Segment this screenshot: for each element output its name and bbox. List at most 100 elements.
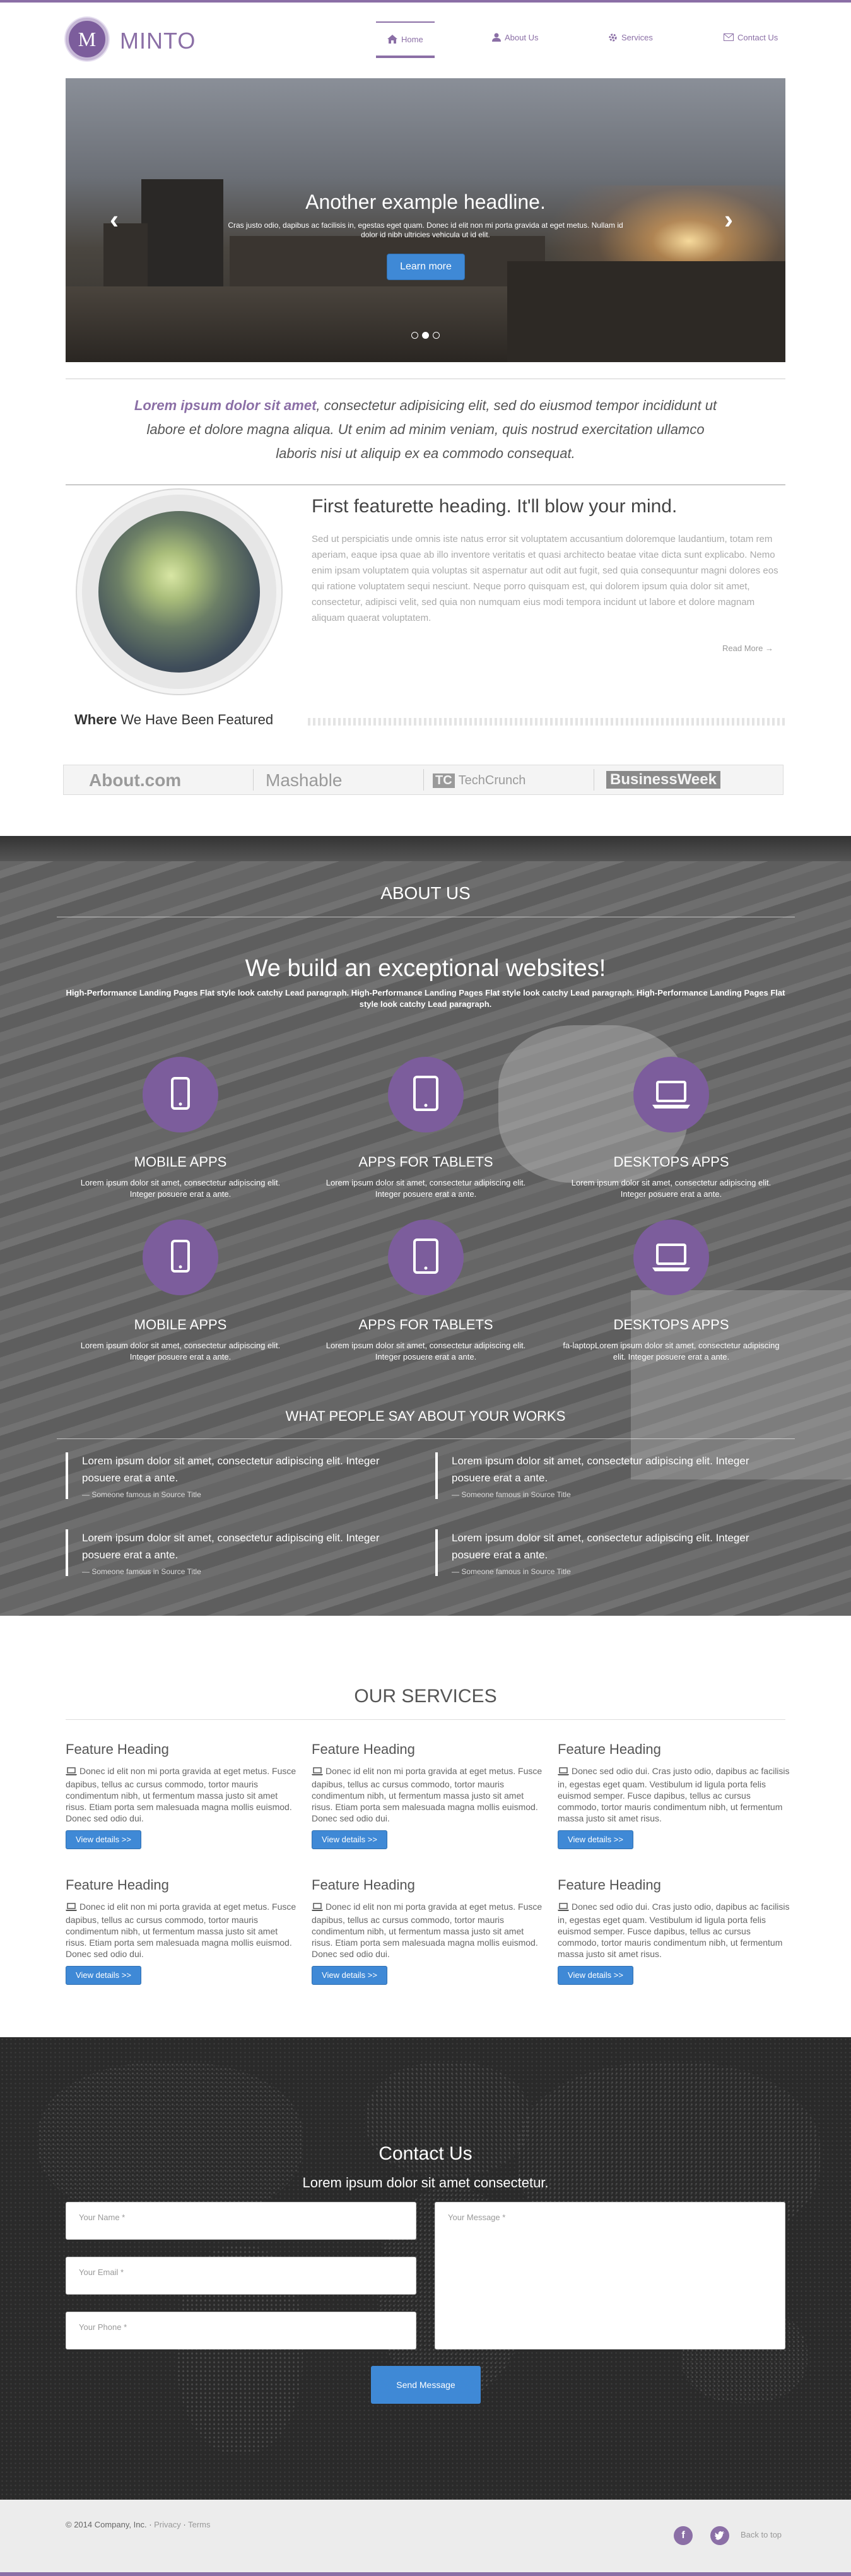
laptop-icon (66, 1767, 77, 1779)
about-lead: High-Performance Landing Pages Flat styl… (66, 988, 785, 1009)
terms-link[interactable]: Terms (188, 2520, 210, 2529)
back-to-top-link[interactable]: Back to top (741, 2530, 782, 2539)
feature-card: Feature Heading Donec id elit non mi port… (66, 1741, 299, 1849)
nav-contact[interactable]: Contact Us (724, 19, 778, 56)
hero-carousel[interactable]: Another example headline. Cras justo odi… (66, 78, 785, 362)
learn-more-button[interactable]: Learn more (387, 254, 465, 280)
feature-text: Donec id elit non mi porta gravida at eg… (312, 1765, 545, 1824)
service-title: DESKTOPS APPS (613, 1154, 729, 1170)
tablet-icon (388, 1057, 464, 1132)
laptop-icon (633, 1220, 709, 1295)
logo-badge[interactable]: M (66, 18, 109, 61)
read-more-link[interactable]: Read More → (722, 644, 773, 653)
view-details-button[interactable]: View details >> (558, 1830, 633, 1849)
testimonial-source: — Someone famous in Source Title (82, 1490, 201, 1499)
feature-heading: Feature Heading (558, 1741, 661, 1757)
businessweek-logo[interactable]: BusinessWeek (606, 771, 720, 789)
twitter-icon[interactable] (710, 2526, 729, 2545)
feature-text-body: Donec sed odio dui. Cras justo odio, dap… (558, 1902, 790, 1959)
testimonial-quote: Lorem ipsum dolor sit amet, consectetur … (452, 1532, 749, 1561)
lead-quote: Lorem ipsum dolor sit amet, consectetur … (126, 394, 725, 466)
nav-about[interactable]: About Us (492, 19, 538, 56)
envelope-icon (724, 33, 734, 41)
laptop-icon (633, 1057, 709, 1132)
divider (66, 1719, 785, 1720)
feature-text: Donec sed odio dui. Cras justo odio, dap… (558, 1765, 791, 1824)
carousel-headline: Another example headline. (305, 191, 546, 213)
building-shape (507, 261, 785, 362)
mashable-logo[interactable]: Mashable (266, 770, 342, 791)
service-text: Lorem ipsum dolor sit amet, consectetur … (326, 1178, 526, 1199)
services-title: OUR SERVICES (354, 1686, 497, 1707)
carousel-next-chevron-icon[interactable]: › (724, 204, 733, 235)
divider (57, 1438, 795, 1439)
nav-services-label: Services (621, 32, 653, 42)
email-input[interactable]: Your Email * (66, 2257, 416, 2295)
arrow-right-icon: → (765, 644, 773, 653)
feature-heading: Feature Heading (558, 1877, 661, 1893)
featured-heading: Where We Have Been Featured (74, 712, 273, 728)
carousel-prev-chevron-icon[interactable]: ‹ (110, 204, 119, 235)
carousel-indicator-active[interactable] (422, 332, 429, 339)
service-text: Lorem ipsum dolor sit amet, consectetur … (571, 1178, 772, 1199)
techcrunch-logo[interactable]: TC TechCrunch (433, 773, 525, 788)
tablet-icon (388, 1220, 464, 1295)
about-headline: We build an exceptional websites! (245, 955, 606, 982)
name-input[interactable]: Your Name * (66, 2202, 416, 2240)
laptop-icon (558, 1903, 569, 1914)
feature-card: Feature Heading Donec sed odio dui. Cras … (558, 1877, 791, 1985)
view-details-button[interactable]: View details >> (312, 1830, 387, 1849)
facebook-icon[interactable]: f (674, 2526, 693, 2545)
testimonial-source: — Someone famous in Source Title (452, 1490, 571, 1499)
featurette-photo (98, 511, 260, 673)
feature-text-body: Donec sed odio dui. Cras justo odio, dap… (558, 1766, 790, 1823)
feature-heading: Feature Heading (66, 1877, 169, 1893)
lead-quote-bold: Lorem ipsum dolor sit amet (134, 397, 317, 413)
service-text: Lorem ipsum dolor sit amet, consectetur … (80, 1178, 281, 1199)
testimonial-quote: Lorem ipsum dolor sit amet, consectetur … (82, 1455, 380, 1484)
featurette-text: Sed ut perspiciatis unde omnis iste natu… (312, 534, 778, 623)
feature-text-body: Donec id elit non mi porta gravida at eg… (312, 1902, 543, 1959)
nav-services[interactable]: Services (608, 19, 653, 56)
featured-heading-bold: Where (74, 712, 117, 727)
about-com-logo[interactable]: About.com (89, 770, 181, 791)
service-title: MOBILE APPS (134, 1317, 227, 1332)
view-details-button[interactable]: View details >> (558, 1966, 633, 1985)
feature-text: Donec id elit non mi porta gravida at eg… (66, 1765, 299, 1824)
view-details-button[interactable]: View details >> (66, 1830, 141, 1849)
featured-logos: About.com Mashable TC TechCrunch Business… (63, 765, 784, 795)
privacy-link[interactable]: Privacy (154, 2520, 181, 2529)
testimonial: Lorem ipsum dolor sit amet, consectetur … (435, 1452, 776, 1499)
view-details-button[interactable]: View details >> (312, 1966, 387, 1985)
view-details-button[interactable]: View details >> (66, 1966, 141, 1985)
brand-name[interactable]: MINTO (120, 28, 196, 54)
laptop-icon (66, 1903, 77, 1914)
testimonials-title: WHAT PEOPLE SAY ABOUT YOUR WORKS (285, 1408, 566, 1424)
home-icon (387, 35, 397, 44)
techcrunch-label: TechCrunch (458, 773, 526, 787)
nav-about-label: About Us (505, 32, 539, 42)
feature-card: Feature Heading Donec id elit non mi port… (312, 1741, 545, 1849)
feature-heading: Feature Heading (312, 1877, 415, 1893)
message-textarea[interactable]: Your Message * (435, 2202, 785, 2350)
feature-heading: Feature Heading (66, 1741, 169, 1757)
nav-home-label: Home (401, 34, 423, 44)
service-text: fa-laptopLorem ipsum dolor sit amet, con… (563, 1341, 780, 1362)
feature-heading: Feature Heading (312, 1741, 415, 1757)
carousel-indicator[interactable] (411, 332, 418, 339)
nav-home[interactable]: Home (376, 21, 435, 58)
testimonial-source: — Someone famous in Source Title (452, 1567, 571, 1576)
carousel-indicator[interactable] (433, 332, 440, 339)
feature-card: Feature Heading Donec sed odio dui. Cras … (558, 1741, 791, 1849)
carousel-indicators (411, 332, 440, 339)
read-more-label: Read More (722, 644, 763, 653)
featurette-image (77, 490, 281, 694)
send-message-button[interactable]: Send Message (371, 2366, 481, 2404)
techcrunch-mark: TC (433, 773, 455, 788)
feature-text: Donec sed odio dui. Cras justo odio, dap… (558, 1901, 791, 1960)
feature-text-body: Donec id elit non mi porta gravida at eg… (312, 1766, 543, 1823)
mobile-icon (143, 1057, 218, 1132)
phone-input[interactable]: Your Phone * (66, 2312, 416, 2350)
testimonial-source: — Someone famous in Source Title (82, 1567, 201, 1576)
divider (423, 769, 424, 791)
